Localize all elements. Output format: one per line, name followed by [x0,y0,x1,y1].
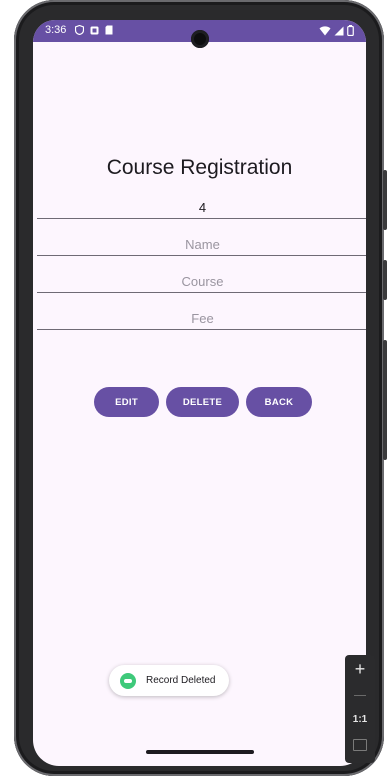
action-buttons: EDIT DELETE BACK [94,387,312,417]
signal-icon [334,26,344,35]
fee-field[interactable] [37,307,366,330]
page-title: Course Registration [106,156,293,179]
front-camera [191,30,209,48]
gesture-nav-handle[interactable] [146,750,254,754]
name-field[interactable] [37,233,366,256]
id-field[interactable] [37,196,366,219]
wifi-icon [319,25,331,35]
fit-screen-icon[interactable] [353,739,367,751]
course-field[interactable] [37,270,366,293]
status-bar: 3:36 [33,20,366,48]
status-icons-right [319,25,354,36]
emulator-zoom-panel: + 1:1 [345,655,375,763]
zoom-out-button[interactable] [354,695,366,696]
status-time: 3:36 [45,24,67,36]
power-button[interactable] [383,170,387,230]
zoom-ratio-button[interactable]: 1:1 [345,714,375,725]
app-screen: 3:36 Course Registration 4 Name Course F… [33,20,366,766]
notification-icon [90,26,99,34]
volume-up-button[interactable] [383,260,387,300]
sd-card-icon [105,25,113,35]
back-button[interactable]: BACK [246,387,312,417]
volume-down-button[interactable] [383,340,387,460]
battery-icon [347,25,354,36]
app-icon [120,672,136,689]
zoom-in-button[interactable]: + [345,659,375,680]
edit-button[interactable]: EDIT [94,387,159,417]
shield-icon [75,25,84,35]
delete-button[interactable]: DELETE [166,387,239,417]
toast: Record Deleted [109,665,229,696]
status-icons-left [75,25,113,35]
toast-message: Record Deleted [146,675,216,686]
